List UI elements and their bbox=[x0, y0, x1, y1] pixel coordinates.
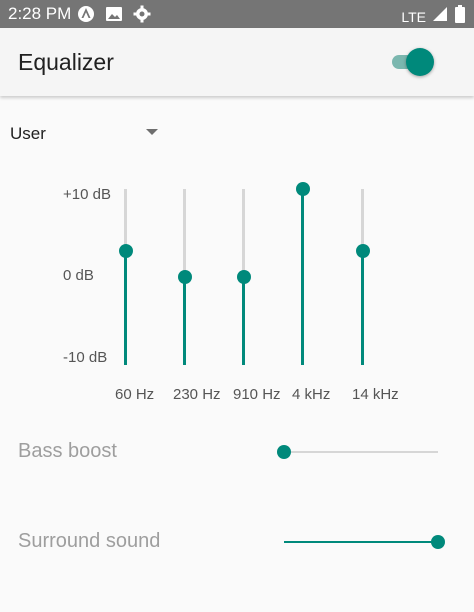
db-min-label: -10 dB bbox=[63, 349, 108, 366]
equalizer-toggle[interactable] bbox=[392, 48, 434, 76]
band-fill bbox=[183, 277, 186, 365]
band-frequency-label: 910 Hz bbox=[233, 386, 281, 403]
toggle-thumb bbox=[406, 48, 434, 76]
slider-track bbox=[284, 451, 438, 453]
band-slider-1[interactable] bbox=[113, 189, 137, 365]
surround-sound-slider[interactable] bbox=[284, 532, 445, 552]
band-fill bbox=[301, 189, 304, 365]
db-mid-label: 0 dB bbox=[63, 267, 94, 284]
preset-dropdown[interactable]: User bbox=[10, 120, 170, 148]
network-type: LTE bbox=[401, 8, 426, 25]
band-thumb[interactable] bbox=[119, 243, 133, 258]
band-slider-4[interactable] bbox=[290, 182, 314, 365]
surround-sound-label: Surround sound bbox=[18, 530, 161, 552]
band-slider-5[interactable] bbox=[350, 189, 374, 365]
band-frequency-label: 60 Hz bbox=[115, 386, 155, 403]
band-fill bbox=[361, 250, 364, 365]
status-bar: 2:28 PM LTE bbox=[0, 0, 474, 28]
image-icon bbox=[104, 4, 124, 29]
band-thumb[interactable] bbox=[356, 243, 370, 258]
bass-boost-label: Bass boost bbox=[18, 440, 117, 462]
band-thumb[interactable] bbox=[237, 270, 251, 284]
slider-thumb[interactable] bbox=[277, 445, 291, 459]
band-frequency-label: 4 kHz bbox=[292, 386, 331, 403]
band-slider-3[interactable] bbox=[231, 189, 255, 365]
band-fill bbox=[242, 277, 245, 365]
band-frequency-label: 230 Hz bbox=[173, 386, 221, 403]
battery-icon bbox=[454, 4, 466, 29]
android-notification-icon bbox=[76, 4, 96, 29]
dropdown-arrow-icon bbox=[146, 129, 158, 135]
band-frequency-label: 14 kHz bbox=[352, 386, 399, 403]
band-thumb[interactable] bbox=[296, 182, 310, 196]
bass-boost-slider[interactable] bbox=[277, 442, 438, 462]
slider-thumb[interactable] bbox=[431, 535, 445, 549]
band-thumb[interactable] bbox=[178, 270, 192, 284]
band-fill bbox=[124, 250, 127, 365]
slider-fill bbox=[284, 541, 438, 543]
preset-value: User bbox=[10, 124, 46, 143]
status-time: 2:28 PM bbox=[8, 4, 72, 23]
signal-icon bbox=[432, 6, 448, 27]
band-slider-2[interactable] bbox=[172, 189, 196, 365]
db-max-label: +10 dB bbox=[63, 186, 111, 203]
gear-icon bbox=[132, 4, 152, 29]
page-title: Equalizer bbox=[18, 49, 114, 75]
